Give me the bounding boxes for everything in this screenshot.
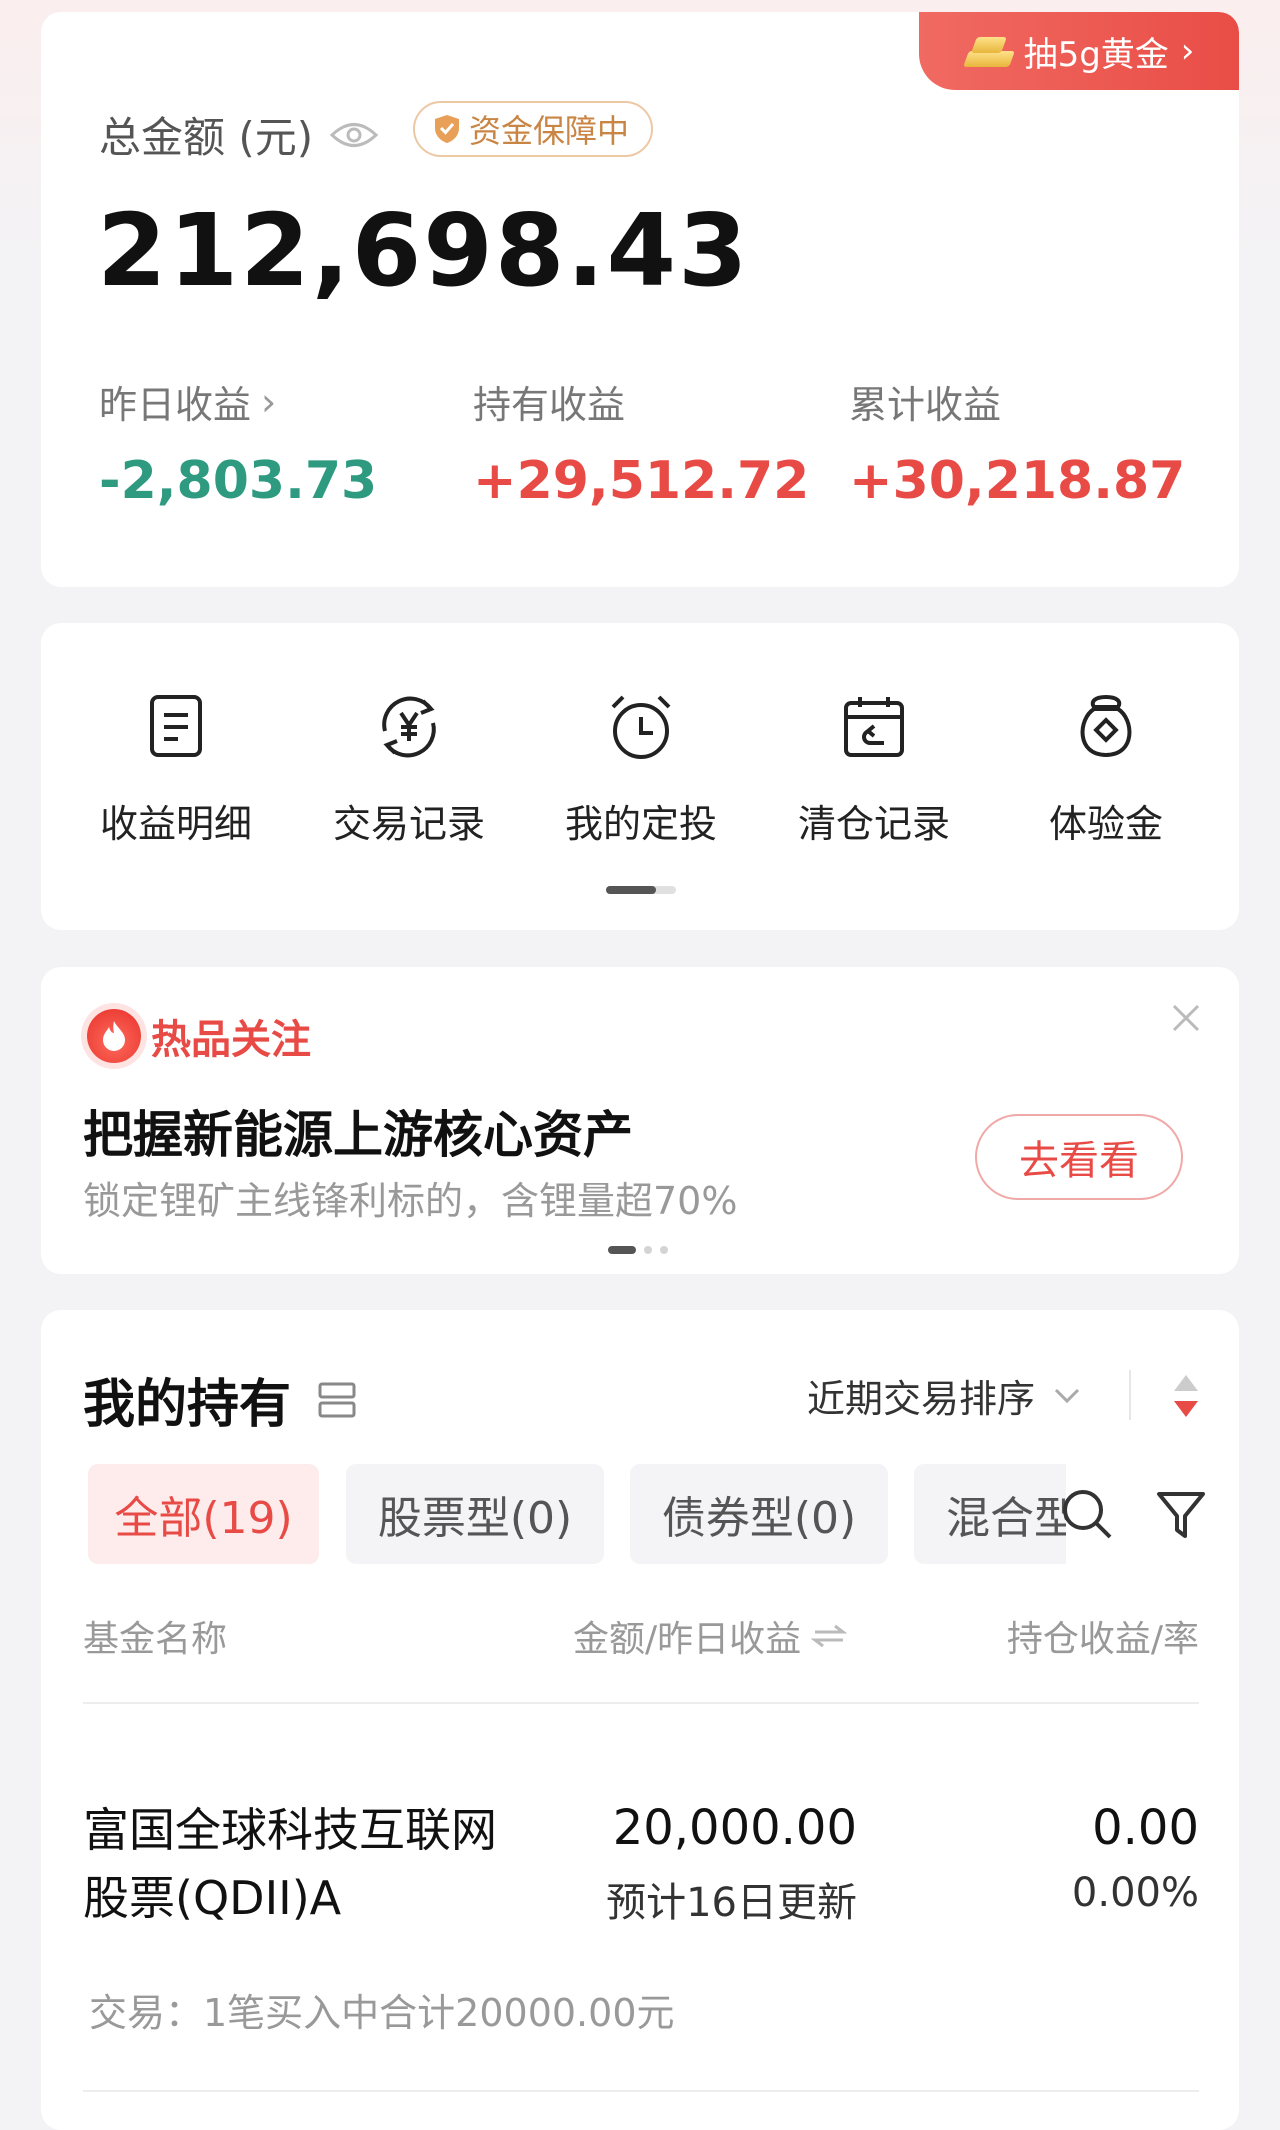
cumulative-profit: 累计收益 +30,218.87 xyxy=(849,374,1185,511)
fund-name-line1: 富国全球科技互联网 xyxy=(83,1803,497,1857)
chevron-right-icon: › xyxy=(261,379,277,424)
fund-amount-note: 预计16日更新 xyxy=(606,1880,857,1926)
column-fund-name: 基金名称 xyxy=(83,1619,228,1660)
gold-lottery-badge[interactable]: 抽5g黄金 › xyxy=(919,12,1239,90)
shortcut-trial-fund[interactable]: 体验金 xyxy=(1006,687,1206,848)
cumulative-profit-value: +30,218.87 xyxy=(849,451,1186,511)
filter-icon[interactable] xyxy=(1153,1486,1209,1542)
search-icon[interactable] xyxy=(1059,1486,1115,1542)
calendar-return-icon xyxy=(844,697,904,757)
cumulative-profit-label: 累计收益 xyxy=(849,383,1002,427)
fund-protection-badge[interactable]: 资金保障中 xyxy=(413,101,654,157)
promo-page-indicator xyxy=(608,1246,668,1254)
fund-name: 富国全球科技互联网 股票(QDII)A xyxy=(83,1796,497,1932)
total-amount-label: 总金额 (元) xyxy=(99,113,314,162)
shortcut-label: 交易记录 xyxy=(332,802,485,846)
holding-profit: 持有收益 +29,512.72 xyxy=(473,374,809,511)
shortcut-my-sip[interactable]: 我的定投 xyxy=(541,687,741,848)
tab-stock[interactable]: 股票型(0) xyxy=(346,1464,604,1564)
yesterday-profit[interactable]: 昨日收益 › -2,803.73 xyxy=(99,374,378,512)
tab-mixed-clip: 混合型 xyxy=(914,1464,1066,1564)
holdings-title: 我的持有 xyxy=(83,1375,292,1435)
shortcut-label: 收益明细 xyxy=(99,802,252,846)
fund-amount: 20,000.00 xyxy=(612,1800,857,1856)
close-icon[interactable] xyxy=(1169,1001,1203,1035)
total-amount-label-row: 总金额 (元) xyxy=(99,104,379,165)
fund-name-line2: 股票(QDII)A xyxy=(83,1871,342,1925)
shortcut-label: 我的定投 xyxy=(564,802,717,846)
chevron-right-icon: › xyxy=(1180,31,1195,71)
shortcut-clearance-records[interactable]: 清仓记录 xyxy=(774,687,974,848)
shortcut-label: 清仓记录 xyxy=(797,802,950,846)
document-icon xyxy=(150,695,202,757)
holding-profit-label: 持有收益 xyxy=(473,383,626,427)
column-holding-profit: 持仓收益/率 xyxy=(1006,1619,1199,1660)
asset-summary-card: 抽5g黄金 › 总金额 (元) 资金保障中 212,698.43 昨日收益 › -… xyxy=(41,12,1239,587)
sort-order-icon[interactable] xyxy=(1171,1373,1201,1419)
shield-icon xyxy=(435,115,459,143)
holding-profit-value: +29,512.72 xyxy=(473,451,810,511)
flame-icon xyxy=(87,1009,141,1063)
column-amount-label: 金额/昨日收益 xyxy=(573,1619,802,1660)
shortcut-profit-detail[interactable]: 收益明细 xyxy=(76,687,276,848)
promo-subtitle: 锁定锂矿主线锋利标的，含锂量超70% xyxy=(83,1179,738,1223)
fund-protection-label: 资金保障中 xyxy=(469,112,630,150)
yesterday-profit-value: -2,803.73 xyxy=(99,451,378,511)
sort-selector-label: 近期交易排序 xyxy=(807,1377,1036,1421)
swap-icon xyxy=(811,1624,848,1648)
tab-bond[interactable]: 债券型(0) xyxy=(630,1464,888,1564)
chevron-down-icon xyxy=(1054,1388,1080,1403)
hot-tag-label: 热品关注 xyxy=(151,1017,311,1063)
layout-toggle-icon[interactable] xyxy=(317,1380,357,1420)
holdings-card: 我的持有 近期交易排序 全部(19) 股票型(0) 债券型(0) 混合型 基金名… xyxy=(41,1310,1239,2130)
holdings-header: 我的持有 xyxy=(83,1362,357,1437)
shortcut-trade-records[interactable]: 交易记录 xyxy=(309,687,509,848)
eye-icon[interactable] xyxy=(329,120,379,150)
go-see-button[interactable]: 去看看 xyxy=(975,1114,1183,1200)
hot-product-card[interactable]: 热品关注 把握新能源上游核心资产 锁定锂矿主线锋利标的，含锂量超70% 去看看 xyxy=(41,967,1239,1274)
yesterday-profit-label: 昨日收益 xyxy=(99,383,252,427)
total-amount-value: 212,698.43 xyxy=(97,192,750,309)
fund-holding-rate: 0.00% xyxy=(1071,1870,1199,1916)
promo-title: 把握新能源上游核心资产 xyxy=(83,1106,633,1164)
shortcut-page-indicator xyxy=(606,886,676,894)
tab-all[interactable]: 全部(19) xyxy=(88,1464,319,1564)
fund-trade-note: 交易：1笔买入中合计20000.00元 xyxy=(89,1991,675,2035)
divider xyxy=(83,2090,1199,2092)
tab-mixed[interactable]: 混合型 xyxy=(914,1464,1066,1564)
gold-lottery-label: 抽5g黄金 xyxy=(1023,34,1169,75)
alarm-clock-icon xyxy=(611,695,671,759)
divider xyxy=(1129,1370,1131,1420)
divider xyxy=(83,1702,1199,1704)
column-amount[interactable]: 金额/昨日收益 xyxy=(573,1610,848,1662)
shortcut-label: 体验金 xyxy=(1048,802,1163,846)
sort-selector[interactable]: 近期交易排序 xyxy=(807,1368,1081,1423)
hot-tag: 热品关注 xyxy=(87,1007,311,1065)
yuan-exchange-icon xyxy=(382,696,436,758)
money-bag-icon xyxy=(1080,694,1132,758)
fund-holding-profit: 0.00 xyxy=(1092,1800,1199,1856)
gold-bar-icon xyxy=(962,33,1015,69)
shortcuts-card: 收益明细 交易记录 我的定投 清仓记录 体验金 xyxy=(41,623,1239,930)
